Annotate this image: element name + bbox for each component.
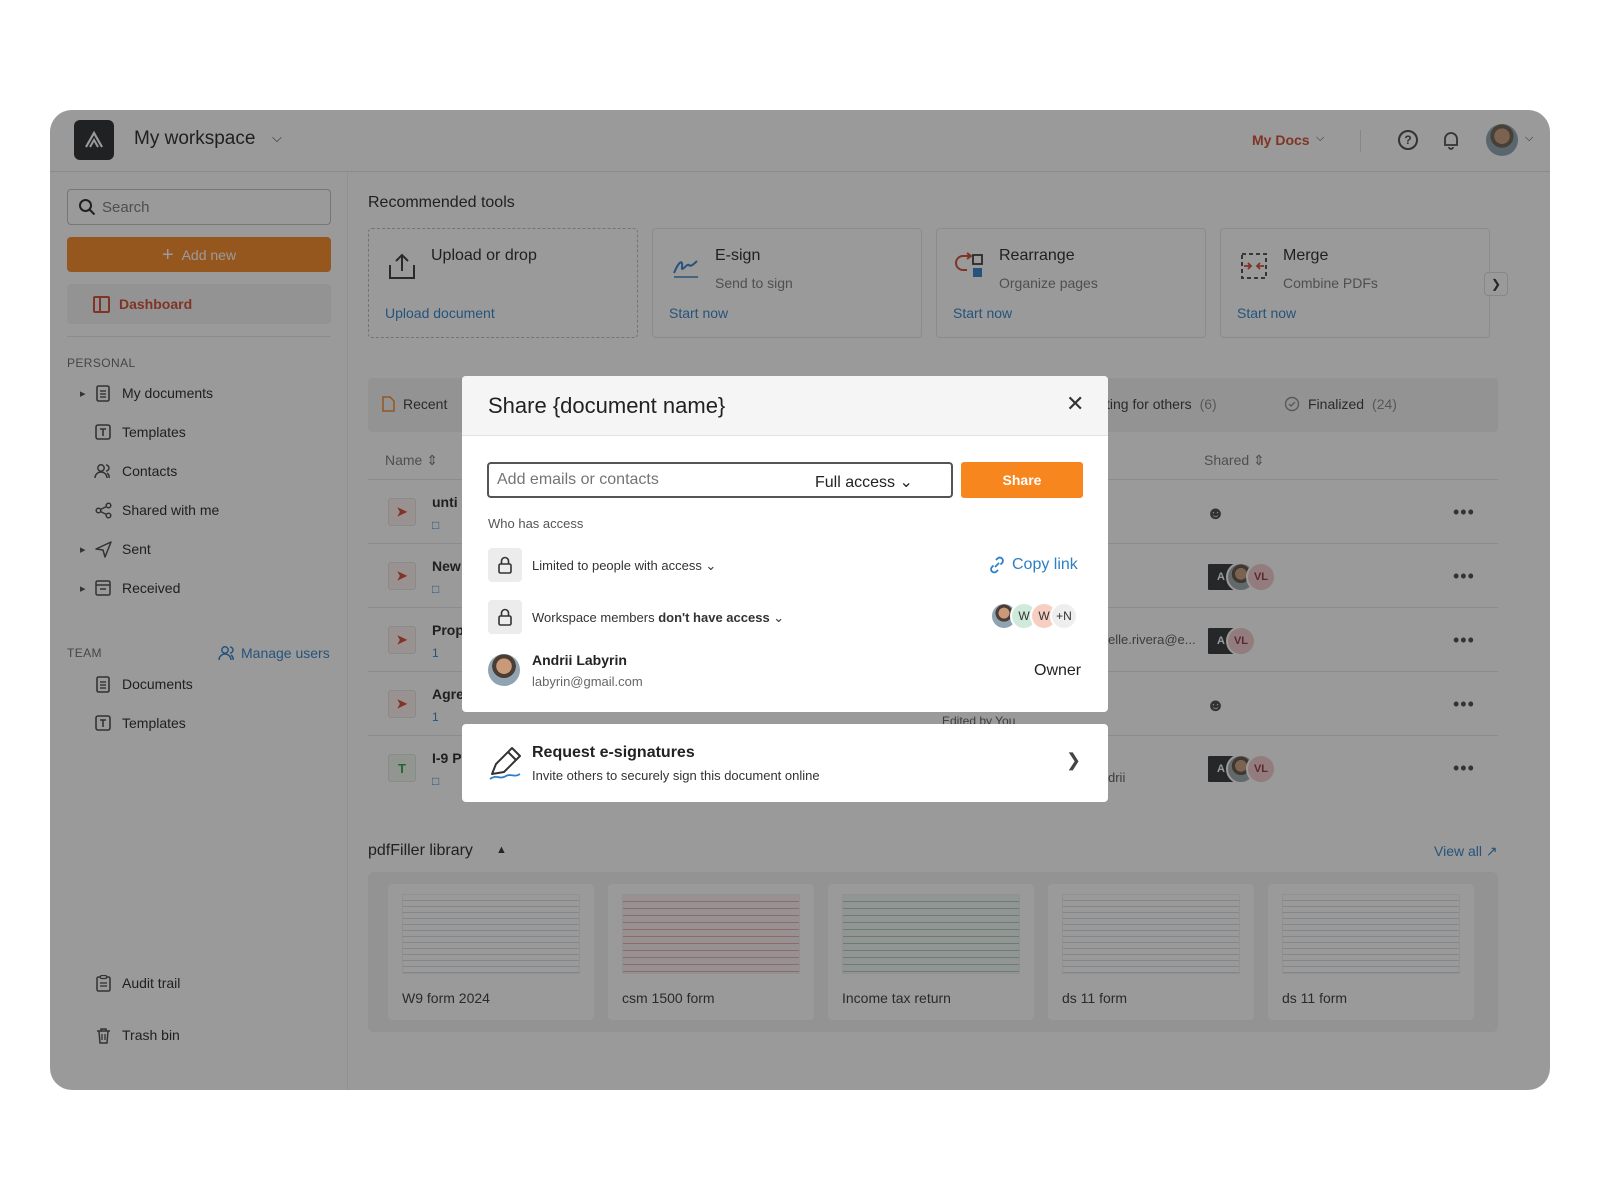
app-window: My workspace ⌵ My Docs ⌵ ? ⌵ + Add new D… [50, 110, 1550, 1090]
dialog-header: Share {document name} ✕ [462, 376, 1108, 436]
email-field[interactable]: Full access ⌄ [487, 462, 953, 498]
dialog-title: Share {document name} [488, 393, 726, 418]
owner-name: Andrii Labyrin [532, 652, 627, 668]
owner-email: labyrin@gmail.com [532, 674, 643, 689]
chevron-right-icon[interactable]: ❯ [1066, 750, 1081, 771]
link-access-select[interactable]: Limited to people with access ⌄ [532, 558, 716, 574]
lock-icon [488, 600, 522, 634]
link-icon [990, 556, 1004, 574]
esign-title: Request e-signatures [532, 744, 695, 761]
copy-link-label: Copy link [1012, 556, 1078, 573]
access-level-select[interactable]: Full access ⌄ [815, 472, 913, 492]
avatar: +N [1050, 602, 1078, 630]
member-avatars[interactable]: W W +N [990, 602, 1078, 630]
esign-subtitle: Invite others to securely sign this docu… [532, 768, 820, 783]
copy-link-button[interactable]: Copy link [988, 556, 1078, 574]
share-dialog: Share {document name} ✕ Full access ⌄ Sh… [462, 376, 1108, 712]
request-esignatures-panel[interactable]: Request e-signatures Invite others to se… [462, 724, 1108, 802]
avatar [488, 654, 520, 686]
email-input[interactable] [497, 471, 797, 489]
share-button[interactable]: Share [961, 462, 1083, 498]
owner-role: Owner [1034, 662, 1082, 679]
pen-icon [489, 747, 521, 780]
close-icon[interactable]: ✕ [1066, 393, 1084, 415]
workspace-access-select[interactable]: Workspace members don't have access ⌄ [532, 610, 784, 626]
lock-icon [488, 548, 522, 582]
who-has-access-label: Who has access [488, 516, 584, 531]
